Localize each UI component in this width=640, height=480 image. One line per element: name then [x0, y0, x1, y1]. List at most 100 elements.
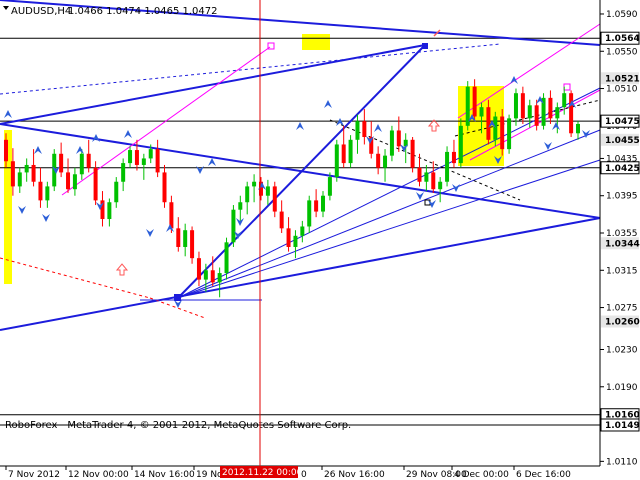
y-tick-label: 1.0550 [606, 47, 638, 57]
candle-body [66, 172, 71, 190]
candle-body [307, 200, 312, 227]
x-tick-label: 6 Dec 16:00 [516, 470, 571, 480]
candle-body [355, 121, 360, 140]
y-tick-label: 1.0230 [606, 346, 638, 356]
candle-body [438, 181, 443, 190]
candle-body [534, 105, 539, 126]
header: AUDUSD,H4 1.0466 1.0474 1.0465 1.0472 [3, 6, 218, 17]
candle-body [396, 130, 401, 147]
candle-body [445, 151, 450, 182]
candle-body [424, 172, 429, 182]
candle-body [507, 118, 512, 150]
candle-body [31, 164, 36, 182]
price-chart: 1.05901.05501.05101.04701.04351.03951.03… [0, 0, 640, 480]
candle-body [327, 177, 332, 196]
x-tick-label: 4 Dec 00:00 [454, 470, 509, 480]
candle-body [383, 155, 388, 168]
level-label: 1.0521 [605, 74, 640, 84]
candle-body [45, 186, 50, 201]
level-label: 1.0564 [605, 34, 640, 44]
candle-body [128, 150, 133, 164]
symbol-label[interactable]: AUDUSD,H4 [11, 6, 71, 17]
y-tick-label: 1.0315 [606, 266, 638, 276]
candle-body [155, 149, 160, 173]
y-tick-label: 1.0395 [606, 192, 638, 202]
candle-body [479, 107, 484, 117]
candle-body [10, 161, 15, 187]
candle-body [513, 93, 518, 119]
candle-body [431, 172, 436, 190]
candle-body [548, 97, 553, 119]
candle-body [272, 186, 277, 212]
level-label: 1.0149 [605, 421, 640, 431]
x-tick-label: 12 Nov 00:00 [68, 470, 129, 480]
y-tick-label: 1.0190 [606, 383, 638, 393]
candle-body [376, 153, 381, 168]
candle-body [217, 273, 222, 283]
candle-body [279, 211, 284, 229]
candle-body [38, 181, 43, 201]
candle-body [162, 172, 167, 203]
candle-body [190, 230, 195, 259]
x-tick-label: 7 Nov 2012 [8, 470, 60, 480]
candle-body [493, 116, 498, 140]
candle-body [141, 158, 146, 165]
candle-body [121, 163, 126, 182]
candle-body [176, 228, 181, 247]
candle-body [348, 139, 353, 164]
candle-body [252, 181, 257, 187]
candle-body [107, 202, 112, 220]
x-tick-label: 26 Nov 16:00 [324, 470, 385, 480]
candle-body [231, 209, 236, 243]
candle-body [196, 258, 201, 280]
candle-body [148, 149, 153, 159]
anchor-square [174, 294, 181, 301]
candle-body [4, 139, 8, 162]
anchor-square [422, 43, 428, 49]
candle-body [334, 144, 339, 178]
candle-body [458, 125, 463, 164]
candle-body [520, 93, 525, 119]
candle-body [238, 202, 243, 210]
candle-body [486, 107, 491, 140]
candle-body [183, 230, 188, 247]
candle-body [569, 93, 574, 134]
level-label: 1.0260 [605, 318, 640, 328]
ohlc-values: 1.0466 1.0474 1.0465 1.0472 [68, 6, 218, 17]
candle-body [527, 105, 532, 119]
candle-body [93, 167, 98, 201]
candle-body [86, 153, 91, 168]
candle-body [286, 228, 291, 247]
candle-body [79, 153, 84, 175]
plot-background [0, 0, 640, 480]
candle-body [114, 181, 119, 203]
candle-body [410, 139, 415, 168]
candle-body [293, 235, 298, 247]
candle-body [451, 151, 456, 164]
candle-body [17, 172, 22, 187]
y-tick-label: 1.0110 [606, 457, 638, 467]
candle-body [224, 242, 229, 274]
candle-body [472, 86, 477, 117]
candle-body [555, 107, 560, 119]
highlight-zone-top [302, 34, 330, 50]
candle-body [562, 93, 567, 108]
y-tick-label: 1.0590 [606, 10, 638, 20]
candle-body [321, 195, 326, 212]
y-tick-label: 1.0275 [606, 304, 638, 314]
candle-body [300, 226, 305, 236]
x-tick-label: 14 Nov 16:00 [134, 470, 195, 480]
y-tick-label: 1.0510 [606, 85, 638, 95]
time-marker-label: 2012.11.22 00:00 [222, 468, 303, 478]
candle-body [389, 130, 394, 156]
level-label: 1.0344 [605, 239, 640, 249]
candle-body [362, 121, 367, 138]
candle-body [210, 270, 215, 283]
candle-body [265, 186, 270, 196]
candle-body [72, 174, 77, 190]
candle-body [500, 116, 505, 150]
copyright-text: RoboForex - MetaTrader 4, © 2001-2012, M… [5, 420, 351, 431]
candle-body [417, 167, 422, 182]
candle-body [341, 144, 346, 164]
candle-body [134, 150, 139, 165]
